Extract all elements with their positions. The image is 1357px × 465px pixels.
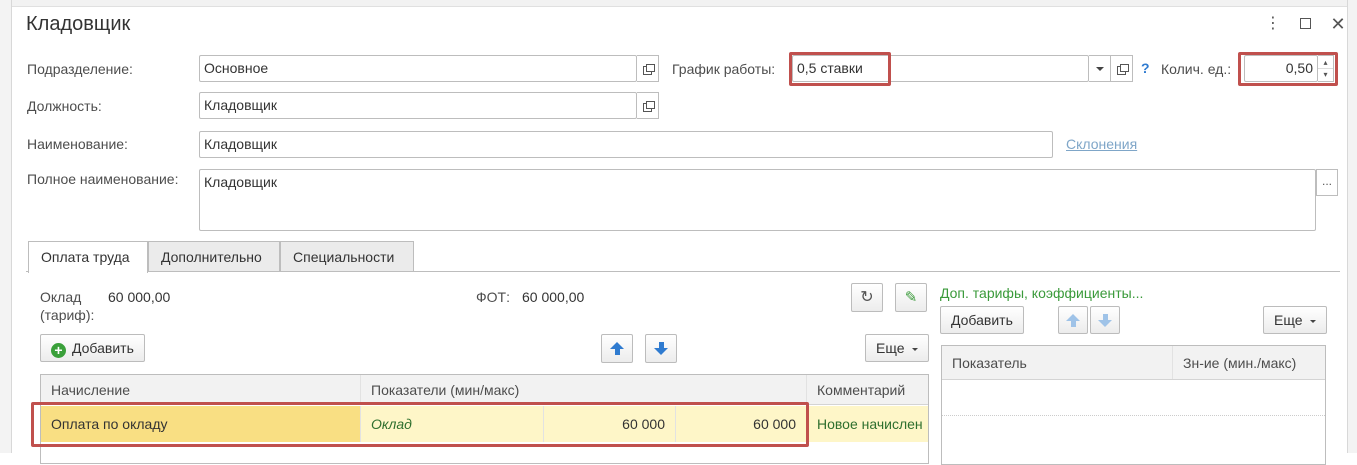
open-icon bbox=[642, 64, 655, 75]
full-name-field[interactable]: Кладовщик bbox=[199, 169, 1316, 231]
move-up-button[interactable] bbox=[601, 334, 633, 363]
open-icon bbox=[1116, 64, 1129, 75]
salary-label-line1: Оклад bbox=[40, 289, 82, 305]
salary-label-line2: (тариф): bbox=[40, 307, 95, 323]
extra-table-empty-row bbox=[942, 415, 1325, 416]
schedule-dropdown-button[interactable] bbox=[1089, 55, 1111, 82]
table-row[interactable]: Оплата по окладу Оклад 60 000 60 000 Нов… bbox=[41, 406, 928, 442]
quantity-label: Колич. ед.: bbox=[1161, 61, 1232, 77]
close-icon[interactable]: ✕ bbox=[1328, 14, 1348, 34]
stepper-up-icon[interactable]: ▴ bbox=[1318, 56, 1333, 69]
column-accrual[interactable]: Начисление bbox=[41, 375, 360, 404]
name-field[interactable]: Кладовщик bbox=[199, 131, 1053, 158]
row-comment[interactable]: Новое начислен bbox=[806, 406, 928, 442]
salary-label: Оклад (тариф): bbox=[40, 288, 94, 324]
tab-specialties[interactable]: Специальности bbox=[280, 241, 414, 272]
extra-more-button[interactable]: Еще bbox=[1263, 306, 1328, 334]
column-indicator[interactable]: Показатель bbox=[942, 346, 1172, 379]
name-label: Наименование: bbox=[27, 136, 128, 152]
scrollbar-right[interactable] bbox=[1347, 0, 1357, 453]
maximize-icon[interactable] bbox=[1295, 14, 1315, 34]
chevron-down-icon bbox=[1095, 66, 1104, 71]
refresh-icon: ↻ bbox=[860, 288, 874, 306]
quantity-stepper[interactable]: ▴ ▾ bbox=[1318, 55, 1334, 82]
column-comment[interactable]: Комментарий bbox=[806, 375, 928, 404]
chevron-down-icon bbox=[912, 347, 919, 351]
chevron-down-icon bbox=[1310, 319, 1317, 323]
column-value[interactable]: Зн-ие (мин./макс) bbox=[1172, 346, 1325, 379]
window-title: Кладовщик bbox=[26, 13, 131, 35]
schedule-label: График работы: bbox=[672, 61, 776, 77]
fot-label: ФОТ: bbox=[476, 289, 510, 305]
accruals-table: Начисление Показатели (мин/макс) Коммент… bbox=[40, 374, 929, 464]
add-accrual-button[interactable]: + Добавить bbox=[40, 334, 145, 362]
full-name-label: Полное наименование: bbox=[27, 171, 179, 187]
extra-table: Показатель Зн-ие (мин./макс) bbox=[941, 345, 1326, 465]
pencil-icon: ✎ bbox=[904, 288, 918, 306]
position-field[interactable]: Кладовщик bbox=[199, 92, 637, 119]
arrow-up-icon bbox=[1066, 313, 1080, 327]
arrow-down-icon bbox=[1098, 313, 1112, 327]
salary-value: 60 000,00 bbox=[108, 289, 171, 305]
row-max[interactable]: 60 000 bbox=[675, 406, 806, 442]
more-label: Еще bbox=[876, 340, 905, 356]
schedule-open-button[interactable] bbox=[1111, 55, 1133, 82]
window-top-border bbox=[0, 0, 1357, 7]
fot-value: 60 000,00 bbox=[522, 289, 585, 305]
stepper-down-icon[interactable]: ▾ bbox=[1318, 69, 1333, 81]
subdivision-field[interactable]: Основное bbox=[199, 55, 637, 82]
column-indicators[interactable]: Показатели (мин/макс) bbox=[360, 375, 806, 404]
refresh-button[interactable]: ↻ bbox=[851, 283, 883, 312]
extra-move-down-button[interactable] bbox=[1090, 306, 1120, 334]
add-extra-button[interactable]: Добавить bbox=[940, 306, 1024, 334]
subdivision-open-button[interactable] bbox=[637, 55, 659, 82]
position-label: Должность: bbox=[27, 98, 102, 114]
more-vertical-icon[interactable]: ⋮ bbox=[1263, 14, 1283, 34]
row-min[interactable]: 60 000 bbox=[543, 406, 675, 442]
declensions-link[interactable]: Склонения bbox=[1066, 136, 1137, 152]
row-accrual[interactable]: Оплата по окладу bbox=[41, 406, 360, 442]
plus-circle-icon: + bbox=[51, 343, 66, 358]
tab-additional[interactable]: Дополнительно bbox=[148, 241, 280, 272]
quantity-field[interactable]: 0,50 bbox=[1244, 55, 1318, 82]
row-indicator[interactable]: Оклад bbox=[360, 406, 543, 442]
arrow-up-icon bbox=[610, 342, 624, 355]
help-icon[interactable]: ? bbox=[1141, 60, 1150, 76]
subdivision-label: Подразделение: bbox=[27, 61, 133, 77]
extra-table-header: Показатель Зн-ие (мин./макс) bbox=[942, 346, 1325, 380]
more-button[interactable]: Еще bbox=[865, 334, 930, 362]
schedule-field[interactable]: 0,5 ставки bbox=[792, 55, 1089, 82]
table-header: Начисление Показатели (мин/макс) Коммент… bbox=[41, 375, 928, 405]
tab-payment[interactable]: Оплата труда bbox=[28, 241, 148, 273]
full-name-more-button[interactable]: ... bbox=[1316, 169, 1338, 196]
edit-button[interactable]: ✎ bbox=[895, 283, 927, 312]
position-open-button[interactable] bbox=[637, 92, 659, 119]
extra-more-label: Еще bbox=[1274, 312, 1303, 328]
add-accrual-label: Добавить bbox=[72, 340, 134, 356]
extra-move-up-button[interactable] bbox=[1058, 306, 1088, 334]
extra-title: Доп. тарифы, коэффициенты... bbox=[940, 285, 1144, 301]
arrow-down-icon bbox=[654, 342, 668, 355]
move-down-button[interactable] bbox=[645, 334, 677, 363]
background-left bbox=[0, 0, 12, 453]
open-icon bbox=[642, 101, 655, 112]
